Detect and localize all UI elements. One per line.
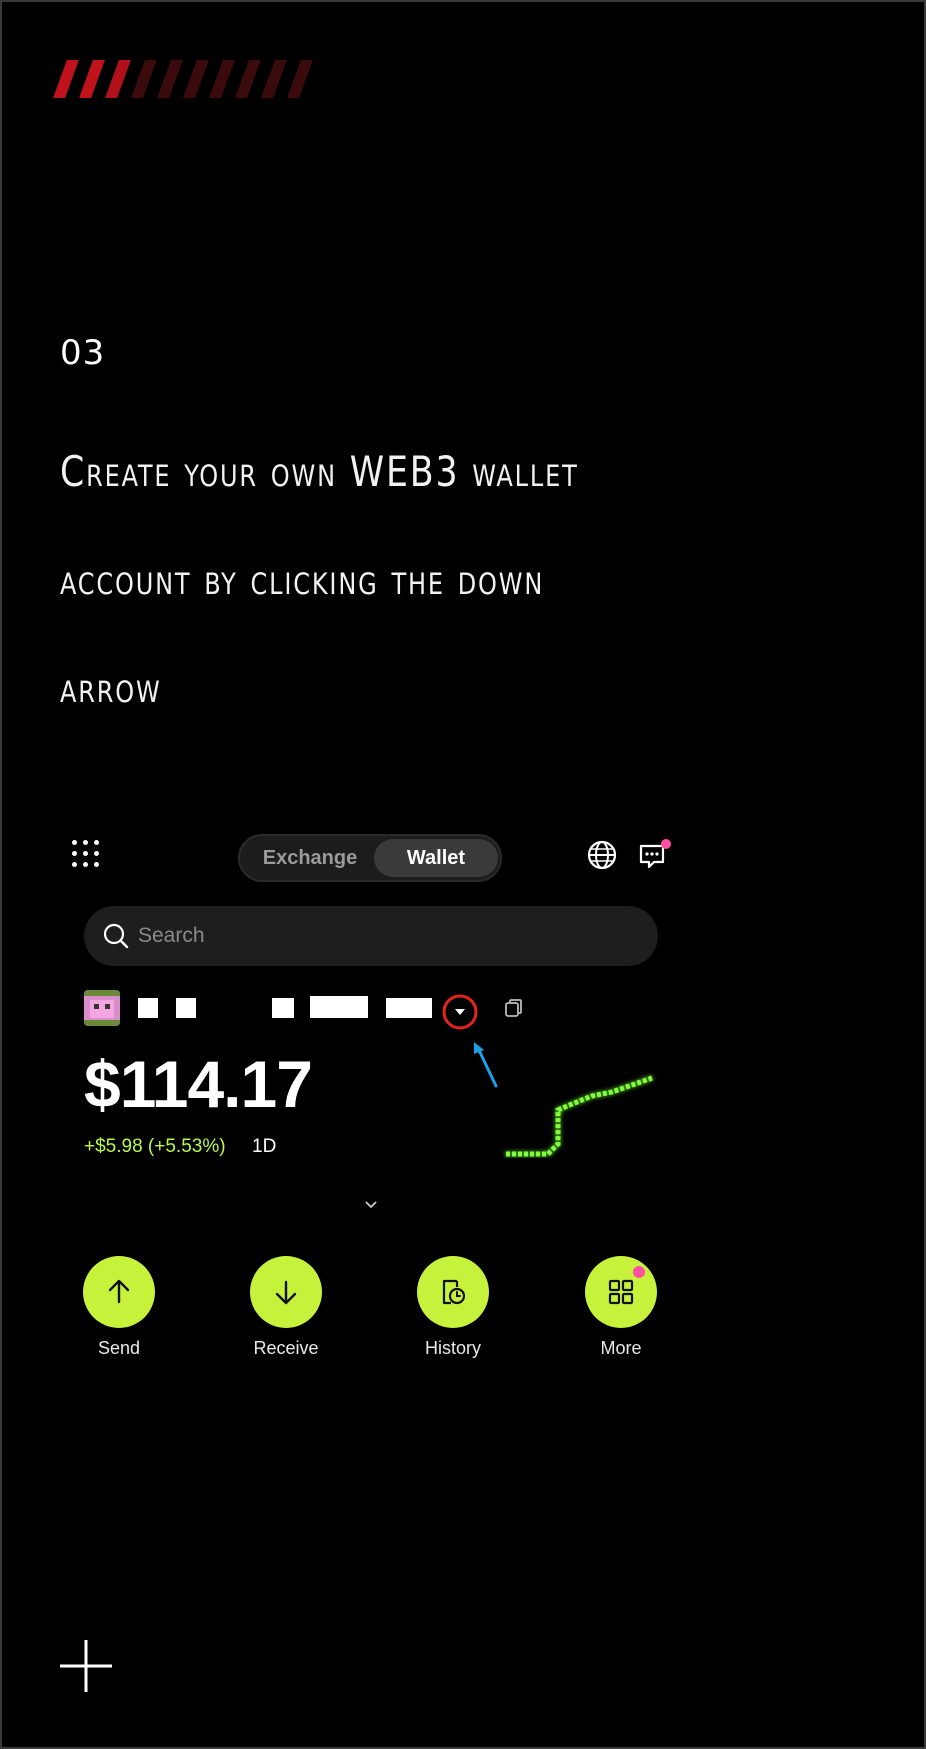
- search-bar[interactable]: Search: [84, 906, 658, 966]
- balance-amount: $114.17: [84, 1047, 313, 1121]
- grid-icon: [608, 1279, 634, 1305]
- more-label: More: [600, 1338, 642, 1358]
- plus-icon[interactable]: [60, 1640, 112, 1692]
- arrow-down-icon: [275, 1280, 297, 1305]
- account-dropdown-icon[interactable]: [442, 994, 478, 1030]
- balance-sparkline: [506, 1075, 653, 1157]
- search-placeholder: Search: [138, 924, 205, 947]
- chevron-down-icon[interactable]: [364, 1198, 378, 1212]
- headline-line: Create your own WEB3 wallet: [60, 447, 579, 496]
- history-icon: [442, 1279, 466, 1305]
- headline-line: arrow: [60, 663, 162, 712]
- history-label: History: [424, 1338, 481, 1358]
- globe-icon[interactable]: [586, 839, 618, 871]
- exchange-wallet-toggle: Exchange Wallet: [238, 834, 502, 882]
- history-button[interactable]: History: [398, 1256, 508, 1359]
- send-label: Send: [97, 1338, 141, 1358]
- decorative-stripes: [53, 60, 340, 100]
- balance-change: +$5.98 (+5.53%): [84, 1136, 226, 1157]
- messages-icon[interactable]: [638, 838, 672, 872]
- send-button[interactable]: Send: [64, 1256, 174, 1359]
- avatar[interactable]: [84, 990, 120, 1026]
- more-button[interactable]: More: [566, 1256, 676, 1359]
- annotation-arrow-icon: [474, 1042, 498, 1088]
- tab-exchange[interactable]: Exchange: [252, 836, 368, 880]
- notification-badge: [633, 1266, 645, 1278]
- step-number: 03: [60, 333, 106, 373]
- headline: Create your own WEB3 wallet account by c…: [60, 418, 796, 742]
- receive-label: Receive: [253, 1338, 319, 1358]
- search-icon: [103, 923, 129, 949]
- period-label[interactable]: 1D: [252, 1136, 276, 1158]
- tab-wallet[interactable]: Wallet: [374, 839, 498, 877]
- apps-grid-icon[interactable]: [72, 840, 102, 870]
- copy-icon[interactable]: [504, 998, 524, 1018]
- headline-line: account by clicking the down: [60, 555, 545, 604]
- arrow-up-icon: [108, 1279, 130, 1304]
- receive-button[interactable]: Receive: [231, 1256, 341, 1359]
